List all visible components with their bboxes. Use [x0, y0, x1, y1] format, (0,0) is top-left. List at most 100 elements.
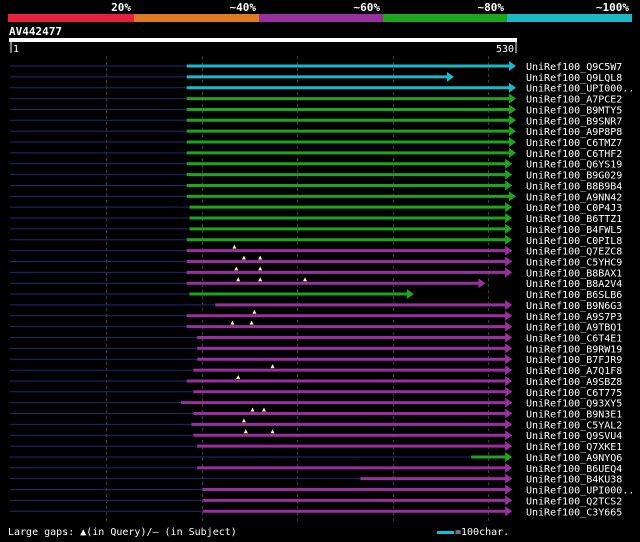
- hit-row[interactable]: UniRef100_C6TMZ7: [10, 137, 622, 149]
- hit-row[interactable]: UniRef100_B4FWL5: [10, 223, 622, 236]
- hit-label[interactable]: UniRef100_Q7XKE1: [526, 442, 622, 453]
- hit-row[interactable]: UniRef100_C3Y665: [10, 506, 622, 518]
- legend-segment: [134, 14, 259, 22]
- alignment-chart: 20% ~40% ~60% ~80% ~100% AV442477 1 530 UniRe…: [8, 1, 634, 522]
- hit-label[interactable]: UniRef100_C5YHC9: [526, 257, 622, 268]
- hit-label[interactable]: UniRef100_A9SBZ8: [526, 377, 622, 388]
- hit-label[interactable]: UniRef100_A9TBQ1: [526, 323, 622, 334]
- hit-row[interactable]: UniRef100_A9SBZ8: [10, 374, 622, 388]
- hit-label[interactable]: UniRef100_B7FJR9: [526, 355, 622, 366]
- hit-row[interactable]: UniRef100_B8BAX1: [10, 266, 622, 279]
- hit-label[interactable]: UniRef100_Q93XY5: [526, 399, 622, 410]
- hit-label[interactable]: UniRef100_B9N3E1: [526, 410, 622, 421]
- hit-row[interactable]: UniRef100_B8B9B4: [10, 180, 622, 192]
- hit-label[interactable]: UniRef100_A9NYQ6: [526, 453, 622, 464]
- hit-label[interactable]: UniRef100_Q7EZC8: [526, 247, 622, 258]
- hit-label[interactable]: UniRef100_Q9LQL8: [526, 73, 622, 84]
- hit-label[interactable]: UniRef100_B6SLB6: [526, 290, 622, 301]
- hit-row[interactable]: UniRef100_Q7XKE1: [10, 441, 622, 453]
- hit-label[interactable]: UniRef100_A9NN42: [526, 192, 622, 203]
- hit-label[interactable]: UniRef100_Q9SVU4: [526, 431, 622, 442]
- hit-row[interactable]: UniRef100_B9SNR7: [10, 115, 622, 127]
- hit-row[interactable]: UniRef100_B6TTZ1: [10, 213, 622, 225]
- hit-row[interactable]: UniRef100_C6THF2: [10, 147, 622, 160]
- hit-label[interactable]: UniRef100_C6TMZ7: [526, 138, 622, 149]
- hit-label[interactable]: UniRef100_A9S7P3: [526, 312, 622, 323]
- hit-row[interactable]: UniRef100_A7PCE2: [10, 93, 622, 106]
- hit-arrowhead: [509, 126, 516, 137]
- hit-row[interactable]: UniRef100_B9G029: [10, 169, 622, 182]
- legend-label: 20%: [111, 1, 131, 14]
- hit-arrowhead: [505, 223, 513, 234]
- hit-row[interactable]: UniRef100_C0PIL8: [10, 234, 622, 247]
- hit-label[interactable]: UniRef100_C0PIL8: [526, 236, 622, 247]
- hit-label[interactable]: UniRef100_C6T775: [526, 388, 622, 399]
- hit-label[interactable]: UniRef100_C6THF2: [526, 149, 622, 160]
- hit-row[interactable]: UniRef100_C5YAL2: [10, 418, 622, 431]
- hit-row[interactable]: UniRef100_Q2TCS2: [10, 495, 622, 507]
- hit-row[interactable]: UniRef100_A9TBQ1: [10, 320, 622, 334]
- hit-label[interactable]: UniRef100_B8A2V4: [526, 279, 622, 290]
- hit-label[interactable]: UniRef100_A9P8P8: [526, 127, 622, 138]
- hit-label[interactable]: UniRef100_UPI000..: [526, 84, 634, 95]
- hit-row[interactable]: UniRef100_B9RW19: [10, 343, 622, 355]
- hit-row[interactable]: UniRef100_B9N6G3: [10, 299, 622, 312]
- hit-label[interactable]: UniRef100_UPI000..: [526, 486, 634, 497]
- hit-label[interactable]: UniRef100_B9N6G3: [526, 301, 622, 312]
- hit-arrowhead: [505, 245, 513, 256]
- hit-row[interactable]: UniRef100_UPI000..: [10, 484, 634, 497]
- hit-label[interactable]: UniRef100_B8BAX1: [526, 268, 622, 279]
- hit-label[interactable]: UniRef100_B4KU38: [526, 475, 622, 486]
- hit-row[interactable]: UniRef100_UPI000..: [10, 82, 634, 95]
- hit-row[interactable]: UniRef100_B6SLB6: [10, 289, 622, 301]
- hit-label[interactable]: UniRef100_Q2TCS2: [526, 496, 622, 507]
- hit-label[interactable]: UniRef100_C6T4E1: [526, 334, 622, 345]
- hit-row[interactable]: UniRef100_C6T4E1: [10, 332, 622, 345]
- hit-row[interactable]: UniRef100_A9S7P3: [10, 309, 622, 323]
- hit-row[interactable]: UniRef100_Q7EZC8: [10, 244, 622, 258]
- hit-row[interactable]: UniRef100_Q9C5W7: [10, 61, 622, 73]
- hit-label[interactable]: UniRef100_B8B9B4: [526, 181, 622, 192]
- hit-arrowhead: [505, 484, 513, 495]
- hit-row[interactable]: UniRef100_Q9LQL8: [10, 71, 622, 84]
- hit-row[interactable]: UniRef100_A7Q1F8: [10, 364, 622, 377]
- hit-label[interactable]: UniRef100_A7Q1F8: [526, 366, 622, 377]
- legend-segment: [507, 14, 632, 22]
- hit-row[interactable]: UniRef100_C0P4J3: [10, 202, 622, 214]
- hit-label[interactable]: UniRef100_A7PCE2: [526, 95, 622, 106]
- hit-label[interactable]: UniRef100_B9G029: [526, 171, 622, 182]
- hit-label[interactable]: UniRef100_B9RW19: [526, 344, 622, 355]
- hit-row[interactable]: UniRef100_A9P8P8: [10, 126, 622, 138]
- hit-arrowhead: [505, 234, 513, 245]
- hit-row[interactable]: UniRef100_Q93XY5: [10, 397, 622, 410]
- hit-arrowhead: [505, 419, 513, 430]
- query-gap-marker: [270, 364, 275, 369]
- query-gap-marker: [241, 418, 246, 423]
- hit-row[interactable]: UniRef100_B7FJR9: [10, 354, 622, 366]
- hit-row[interactable]: UniRef100_A9NYQ6: [10, 451, 622, 464]
- hit-label[interactable]: UniRef100_C0P4J3: [526, 203, 622, 214]
- query-end-label: 530: [496, 44, 514, 55]
- hit-label[interactable]: UniRef100_Q9C5W7: [526, 62, 622, 73]
- hit-row[interactable]: UniRef100_B9N3E1: [10, 407, 622, 421]
- hit-row[interactable]: UniRef100_C6T775: [10, 386, 622, 399]
- hit-label[interactable]: UniRef100_Q6YS19: [526, 160, 622, 171]
- hit-label[interactable]: UniRef100_B4FWL5: [526, 225, 622, 236]
- hit-row[interactable]: UniRef100_B9MTY5: [10, 104, 622, 116]
- hit-row[interactable]: UniRef100_B8A2V4: [10, 277, 622, 290]
- hit-row[interactable]: UniRef100_C5YHC9: [10, 255, 622, 268]
- query-gap-marker: [258, 255, 263, 260]
- hit-label[interactable]: UniRef100_B6TTZ1: [526, 214, 622, 225]
- hit-arrowhead: [446, 71, 454, 82]
- hit-row[interactable]: UniRef100_B4KU38: [10, 473, 622, 486]
- hit-row[interactable]: UniRef100_Q6YS19: [10, 158, 622, 171]
- hit-row[interactable]: UniRef100_B6UEQ4: [10, 462, 622, 475]
- hit-label[interactable]: UniRef100_B9MTY5: [526, 105, 622, 116]
- hit-label[interactable]: UniRef100_B6UEQ4: [526, 464, 622, 475]
- query-start-label: 1: [13, 44, 19, 55]
- hit-label[interactable]: UniRef100_C5YAL2: [526, 420, 622, 431]
- hit-label[interactable]: UniRef100_B9SNR7: [526, 116, 622, 127]
- hit-row[interactable]: UniRef100_Q9SVU4: [10, 429, 622, 442]
- hit-row[interactable]: UniRef100_A9NN42: [10, 191, 622, 203]
- hit-label[interactable]: UniRef100_C3Y665: [526, 507, 622, 518]
